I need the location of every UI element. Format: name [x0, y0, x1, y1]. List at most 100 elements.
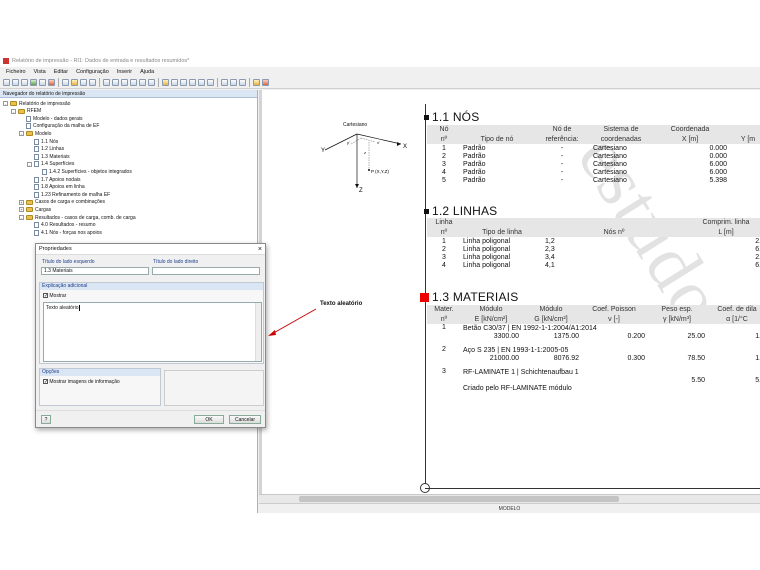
- toolbar-button-icon[interactable]: [189, 79, 196, 86]
- page-icon: [34, 153, 39, 160]
- menu-item-1[interactable]: Vista: [34, 69, 46, 75]
- horizontal-scrollbar[interactable]: [259, 494, 760, 503]
- table-cell: Cartesiano: [593, 144, 627, 152]
- nav-item[interactable]: 4.1 Nós - forças nos apoios: [27, 229, 102, 236]
- toolbar-button-icon[interactable]: [103, 79, 110, 86]
- page-icon: [34, 138, 39, 145]
- toolbar-button-icon[interactable]: [48, 79, 55, 86]
- scrollbar-thumb[interactable]: [299, 496, 619, 502]
- textarea-scrollbar[interactable]: [255, 303, 261, 361]
- nav-item[interactable]: 4.0 Resultados - resumo: [27, 222, 95, 229]
- expand-icon[interactable]: -: [3, 101, 8, 106]
- show-checkbox[interactable]: ✓: [43, 293, 48, 299]
- expand-icon[interactable]: -: [27, 161, 32, 167]
- left-title-input[interactable]: 1.3 Materiais: [41, 267, 149, 275]
- expand-icon[interactable]: +: [19, 199, 24, 205]
- callout-arrow: [268, 308, 317, 336]
- nav-item[interactable]: 1.8 Apoios em linha: [27, 184, 85, 191]
- toolbar-button-icon[interactable]: [180, 79, 187, 86]
- table-cell: 1.0: [755, 332, 760, 340]
- toolbar-button-icon[interactable]: [239, 79, 246, 86]
- header-cell: Y [m: [729, 134, 760, 144]
- toolbar-button-icon[interactable]: [62, 79, 69, 86]
- toolbar-button-icon[interactable]: [71, 79, 78, 86]
- expand-icon[interactable]: -: [19, 215, 24, 220]
- show-checkbox-row[interactable]: ✓ Mostrar: [43, 293, 66, 299]
- toolbar-button-icon[interactable]: [207, 79, 214, 86]
- toolbar-button-icon[interactable]: [253, 79, 260, 86]
- toolbar-separator: [99, 78, 100, 87]
- table-header-row: Nó Nó de Sistema de Coordenada: [427, 125, 760, 135]
- toolbar-button-icon[interactable]: [162, 79, 169, 86]
- nav-item[interactable]: 1.2 Linhas: [27, 146, 64, 153]
- nav-item[interactable]: 1.1 Nós: [27, 138, 58, 145]
- help-icon[interactable]: ?: [41, 415, 51, 424]
- menu-item-5[interactable]: Ajuda: [140, 69, 154, 75]
- nav-item[interactable]: Modelo - dados gerais: [19, 115, 82, 122]
- toolbar-button-icon[interactable]: [230, 79, 237, 86]
- callout-text: Texto aleatório: [320, 301, 363, 307]
- toolbar-button-icon[interactable]: [39, 79, 46, 86]
- nav-item[interactable]: - Relatório de impressão: [3, 100, 70, 107]
- toolbar-button-icon[interactable]: [21, 79, 28, 86]
- expand-icon[interactable]: +: [19, 207, 24, 213]
- toolbar-button-icon[interactable]: [89, 79, 96, 86]
- menu-item-2[interactable]: Editar: [54, 69, 68, 75]
- toolbar-button-icon[interactable]: [121, 79, 128, 86]
- material-note: Criado pelo RF-LAMINATE módulo: [463, 384, 572, 392]
- explanation-group: Explicação adicional ✓ Mostrar Texto ale…: [39, 282, 264, 364]
- right-title-input[interactable]: [152, 267, 260, 275]
- material-name: Betão C30/37 | EN 1992-1-1:2004/A1:2014: [463, 324, 597, 332]
- nav-item[interactable]: - Modelo: [19, 130, 51, 137]
- toolbar-button-icon[interactable]: [221, 79, 228, 86]
- table-cell: -: [560, 160, 564, 168]
- show-images-row[interactable]: ✓ Mostrar imagens de informação: [43, 379, 120, 385]
- expand-icon[interactable]: -: [11, 108, 16, 114]
- section-bullet-active: [420, 292, 429, 302]
- nav-item[interactable]: Configuração da malha de EF: [19, 123, 99, 130]
- table-cell: 8076.92: [553, 354, 579, 362]
- toolbar-button-icon[interactable]: [262, 79, 269, 86]
- menu-item-3[interactable]: Configuração: [76, 69, 109, 75]
- table-row: 1 Betão C30/37 | EN 1992-1-1:2004/A1:2014: [427, 324, 760, 332]
- table-row: 4 Padrão - Cartesiano 6.000: [427, 168, 760, 176]
- toolbar-button-icon[interactable]: [171, 79, 178, 86]
- table-cell: 5.0: [755, 376, 760, 384]
- toolbar-button-icon[interactable]: [148, 79, 155, 86]
- nav-item[interactable]: - 1.4 Superfícies: [27, 161, 74, 168]
- section-bullet: [424, 114, 429, 120]
- toolbar-button-icon[interactable]: [198, 79, 205, 86]
- show-images-checkbox[interactable]: ✓: [43, 379, 48, 385]
- page-icon: [34, 191, 39, 198]
- toolbar-button-icon[interactable]: [12, 79, 19, 86]
- nav-item[interactable]: 1.3 Materiais: [27, 153, 70, 160]
- table-row: 2 Padrão - Cartesiano 0.000: [427, 152, 760, 160]
- cancel-button[interactable]: Cancelar: [229, 415, 261, 424]
- toolbar-separator: [217, 78, 218, 87]
- nav-item[interactable]: - RFEM: [11, 108, 41, 115]
- table-cell: 5.50: [691, 376, 705, 384]
- menu-item-4[interactable]: Inserir: [117, 69, 132, 75]
- ok-button[interactable]: OK: [194, 415, 224, 424]
- toolbar-button-icon[interactable]: [80, 79, 87, 86]
- nav-item[interactable]: - Resultados - casos de carga, comb. de c…: [19, 214, 136, 221]
- header-cell: Comprim. linha: [685, 218, 760, 228]
- menu-item-0[interactable]: Ficheiro: [6, 69, 26, 75]
- toolbar-button-icon[interactable]: [130, 79, 137, 86]
- nav-item[interactable]: 1.7 Apoios nodais: [27, 176, 80, 183]
- toolbar-button-icon[interactable]: [3, 79, 10, 86]
- expand-icon[interactable]: -: [19, 131, 24, 137]
- nav-item[interactable]: 1.23 Refinamento de malha EF: [27, 191, 110, 198]
- nav-item[interactable]: + Casos de carga e combinações: [19, 199, 105, 206]
- nav-item-label: Cargas: [35, 206, 52, 213]
- nav-item-label: 1.4 Superfícies: [41, 161, 75, 168]
- toolbar-button-icon[interactable]: [30, 79, 37, 86]
- nav-item[interactable]: + Cargas: [19, 206, 51, 213]
- table-row: 2 Aço S 235 | EN 1993-1-1:2005-05: [427, 346, 760, 354]
- toolbar-button-icon[interactable]: [112, 79, 119, 86]
- explanation-textarea[interactable]: Texto aleatório: [43, 302, 262, 362]
- preview-box: [164, 370, 264, 406]
- nav-item[interactable]: 1.4.2 Superfícies - objetos integrados: [35, 168, 132, 175]
- toolbar-button-icon[interactable]: [139, 79, 146, 86]
- close-icon[interactable]: ×: [258, 244, 262, 255]
